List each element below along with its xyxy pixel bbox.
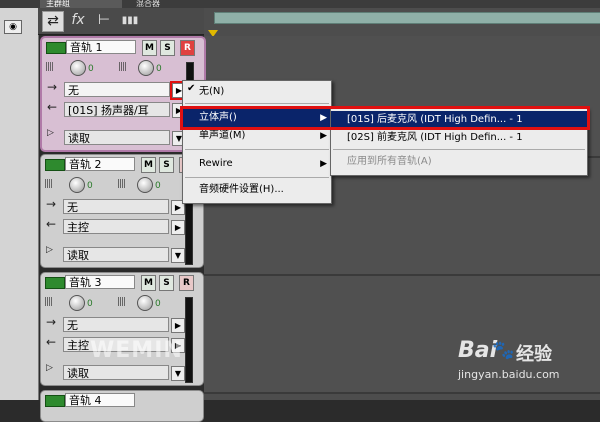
track-meter-icon — [45, 277, 65, 289]
track-name[interactable]: 音轨 3 — [65, 275, 135, 289]
track-4[interactable]: 音轨 4 — [40, 390, 204, 422]
sends-button[interactable]: ⊢ — [94, 11, 114, 30]
effects-button[interactable]: fx — [68, 11, 88, 30]
menu-item-rewire[interactable]: Rewire ▶ — [183, 155, 331, 173]
pan-wave-icon: |||| — [117, 297, 126, 307]
track-meter-icon — [45, 159, 65, 171]
mute-button[interactable]: M — [141, 157, 156, 173]
pan-wave-icon: |||| — [118, 62, 127, 72]
output-dropdown-button[interactable]: ▶ — [171, 220, 185, 235]
expand-arrow-icon[interactable]: ▷ — [47, 128, 54, 138]
output-select[interactable]: 主控 — [63, 219, 169, 234]
output-arrow-icon: ← — [46, 335, 57, 349]
record-button[interactable]: R — [179, 275, 194, 291]
solo-button[interactable]: S — [160, 40, 175, 56]
menu-item-rewire-label: Rewire — [199, 158, 233, 169]
track-toolbar: ⇄ fx ⊢ ▮▮▮ — [38, 8, 204, 35]
submenu-item-apply-all: 应用到所有音轨(A) — [331, 153, 587, 171]
menu-separator — [185, 103, 329, 104]
baidu-url-text: jingyan.baidu.com — [458, 368, 560, 381]
io-toggle-button[interactable]: ⇄ — [42, 11, 64, 32]
menu-item-audio-hardware[interactable]: 音频硬件设置(H)... — [183, 181, 331, 199]
mute-button[interactable]: M — [142, 40, 157, 56]
output-select[interactable]: [01S] 扬声器/耳 — [64, 102, 170, 117]
track-name[interactable]: 音轨 2 — [65, 157, 135, 171]
input-arrow-icon: → — [47, 80, 58, 94]
track-2[interactable]: 音轨 2 M S R |||| 0 |||| 0 → 无 ▶ ← 主控 ▶ ▷ … — [40, 154, 204, 268]
expand-arrow-icon[interactable]: ▷ — [46, 363, 53, 373]
submenu-item-front-mic-label: [02S] 前麦克风 (IDT High Defin... - 1 — [347, 132, 523, 143]
automation-select[interactable]: 读取 — [63, 247, 169, 262]
expand-arrow-icon[interactable]: ▷ — [46, 245, 53, 255]
pan-wave-icon: |||| — [117, 179, 126, 189]
automation-select[interactable]: 读取 — [63, 365, 169, 380]
volume-value: 0 — [87, 181, 93, 191]
volume-value: 0 — [87, 299, 93, 309]
input-arrow-icon: → — [46, 197, 57, 211]
automation-dropdown-button[interactable]: ▼ — [171, 366, 185, 381]
pan-knob[interactable] — [137, 177, 153, 193]
track-name[interactable]: 音轨 4 — [65, 393, 135, 407]
tab-main-group[interactable]: 主群组 — [40, 0, 122, 8]
record-button[interactable]: R — [180, 40, 195, 56]
highlight-box — [180, 106, 590, 130]
track-meter-icon — [46, 42, 66, 54]
volume-value: 0 — [88, 64, 94, 74]
time-ruler[interactable] — [214, 12, 600, 24]
pan-knob[interactable] — [137, 295, 153, 311]
pan-value: 0 — [155, 181, 161, 191]
solo-button[interactable]: S — [159, 275, 174, 291]
mute-button[interactable]: M — [141, 275, 156, 291]
submenu-item-front-mic[interactable]: [02S] 前麦克风 (IDT High Defin... - 1 — [331, 129, 587, 147]
input-wave-icon: |||| — [44, 297, 53, 307]
menu-item-none-label: 无(N) — [199, 86, 225, 97]
volume-knob[interactable] — [69, 177, 85, 193]
output-arrow-icon: ← — [47, 100, 58, 114]
pan-value: 0 — [156, 64, 162, 74]
tab-mixer[interactable]: 混合器 — [130, 0, 202, 8]
menu-separator — [185, 149, 329, 150]
level-meter — [185, 297, 193, 383]
submenu-arrow-icon: ▶ — [320, 159, 327, 169]
submenu-item-apply-all-label: 应用到所有音轨(A) — [347, 156, 432, 167]
baidu-jingyan-text: 经验 — [516, 344, 552, 365]
baidu-logo: Bai 🐾 经验 jingyan.baidu.com — [458, 338, 588, 388]
input-wave-icon: |||| — [45, 62, 54, 72]
input-select[interactable]: 无 — [63, 199, 169, 214]
pan-knob[interactable] — [138, 60, 154, 76]
input-dropdown-button[interactable]: ▶ — [171, 318, 185, 333]
track-meter-icon — [45, 395, 65, 407]
input-context-menu: ✔ 无(N) 立体声() ▶ 单声道(M) ▶ Rewire ▶ 音频硬件设置(H).… — [182, 80, 332, 204]
left-strip: ◉ — [0, 8, 39, 400]
baidu-paw-icon: 🐾 — [492, 340, 515, 361]
volume-knob[interactable] — [70, 60, 86, 76]
output-arrow-icon: ← — [46, 217, 57, 231]
solo-button[interactable]: S — [159, 157, 174, 173]
volume-knob[interactable] — [69, 295, 85, 311]
automation-select[interactable]: 读取 — [64, 130, 170, 145]
menu-separator — [185, 177, 329, 178]
menu-separator — [333, 149, 585, 150]
input-wave-icon: |||| — [44, 179, 53, 189]
menu-item-audio-hardware-label: 音频硬件设置(H)... — [199, 184, 284, 195]
eq-button[interactable]: ▮▮▮ — [120, 11, 140, 30]
input-arrow-icon: → — [46, 315, 57, 329]
track-3[interactable]: 音轨 3 M S R |||| 0 |||| 0 → 无 ▶ ← 主控 ▶ ▷ … — [40, 272, 204, 386]
eye-icon[interactable]: ◉ — [4, 20, 22, 34]
input-select[interactable]: 无 — [64, 82, 170, 97]
input-select[interactable]: 无 — [63, 317, 169, 332]
pan-value: 0 — [155, 299, 161, 309]
watermark-text: WEMIN — [90, 338, 183, 363]
menu-item-none[interactable]: 无(N) — [183, 83, 331, 101]
track-name[interactable]: 音轨 1 — [66, 40, 136, 54]
automation-dropdown-button[interactable]: ▼ — [171, 248, 185, 263]
menu-item-mono-label: 单声道(M) — [199, 130, 246, 141]
